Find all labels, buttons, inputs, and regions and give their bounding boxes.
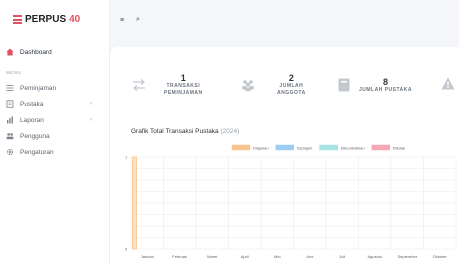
legend-label: Dipinjam — [297, 146, 313, 151]
sidebar-item-label: Pengaturan — [20, 148, 54, 156]
warning-icon — [441, 77, 455, 95]
gear-icon — [6, 148, 14, 156]
x-tick-label: Agustus — [368, 254, 382, 259]
sidebar-item-label: Pengguna — [20, 132, 50, 140]
sidebar-item-dashboard[interactable]: Dashboard — [0, 44, 110, 60]
chart-title-text: Grafik Total Transaksi Pustaka — [131, 128, 219, 135]
sidebar-item-laporan[interactable]: Laporan › — [0, 112, 110, 128]
stat-pustaka: 8 JUMLAH PUSTAKA — [337, 67, 412, 103]
book-icon — [337, 78, 351, 92]
stat-value: 1 — [180, 73, 186, 83]
legend-label: Diajukan — [253, 146, 269, 151]
sidebar-item-label: Pustaka — [20, 100, 44, 108]
legend-swatch — [319, 144, 338, 151]
sidebar-item-pengguna[interactable]: Pengguna — [0, 128, 110, 144]
stat-value: 2 — [288, 73, 294, 83]
sidebar: PERPUS 40 Dashboard MENU Peminjaman Pust… — [0, 0, 110, 264]
topbar: ≡ ⌕ — [110, 0, 459, 40]
x-tick-label: Mei — [274, 254, 281, 259]
users-icon — [6, 132, 14, 140]
stat-label: JUMLAH PUSTAKA — [359, 86, 413, 93]
brand-logo[interactable]: PERPUS 40 — [13, 14, 80, 25]
stat-label: PEMINJAMAN — [164, 90, 203, 96]
y-tick-label: 1 — [125, 155, 128, 160]
x-tick-label: Maret — [207, 254, 218, 259]
menu-header: MENU — [6, 70, 22, 75]
x-tick-label: Oktober — [433, 254, 448, 259]
stat-label: TRANSAKSI — [166, 83, 201, 89]
x-tick-label: Juni — [306, 254, 313, 259]
users-icon — [241, 78, 255, 92]
x-tick-label: Juli — [339, 254, 345, 259]
x-tick-label: April — [241, 254, 249, 259]
list-icon — [6, 84, 14, 92]
chevron-right-icon: › — [90, 101, 92, 107]
stat-label: JUMLAH — [279, 83, 304, 89]
transfer-icon — [132, 78, 146, 92]
stat-label: ANGGOTA — [277, 90, 306, 96]
bar — [132, 156, 137, 250]
y-tick-label: 0 — [125, 247, 128, 252]
stat-value: 8 — [383, 76, 389, 87]
dashboard-card: 1 TRANSAKSI PEMINJAMAN 2 JUMLAH ANGGOTA … — [110, 47, 459, 264]
report-icon — [6, 116, 14, 124]
legend-swatch — [371, 144, 391, 151]
logo-icon — [13, 15, 22, 24]
book-icon — [6, 100, 14, 108]
home-icon — [6, 48, 14, 56]
stat-transaksi: 1 TRANSAKSI PEMINJAMAN — [132, 67, 203, 103]
chart: Diajukan Dipinjam Dikembalikan Ditolak 1 0 Jan… — [125, 144, 457, 259]
chart-year: (2024) — [220, 128, 240, 135]
x-tick-label: September — [397, 254, 417, 259]
legend-label: Dikembalikan — [341, 146, 365, 151]
x-tick-label: Februari — [172, 254, 187, 259]
brand-number: 40 — [69, 14, 81, 25]
menu-toggle-icon[interactable]: ≡ — [118, 17, 126, 24]
brand-name: PERPUS — [25, 14, 67, 25]
legend-swatch — [231, 144, 251, 151]
search-icon[interactable]: ⌕ — [134, 16, 142, 24]
stat-anggota: 2 JUMLAH ANGGOTA — [241, 67, 306, 103]
legend-swatch — [275, 144, 295, 151]
sidebar-item-pustaka[interactable]: Pustaka › — [0, 96, 110, 112]
sidebar-item-pengaturan[interactable]: Pengaturan — [0, 144, 110, 160]
sidebar-item-label: Peminjaman — [20, 84, 57, 92]
chevron-right-icon: › — [90, 117, 92, 123]
legend-label: Ditolak — [393, 146, 405, 151]
x-tick-label: Januari — [141, 254, 154, 259]
sidebar-item-label: Laporan — [20, 116, 44, 124]
sidebar-item-label: Dashboard — [20, 48, 52, 56]
chart-title: Grafik Total Transaksi Pustaka (2024) — [131, 128, 239, 135]
sidebar-item-peminjaman[interactable]: Peminjaman — [0, 80, 110, 96]
